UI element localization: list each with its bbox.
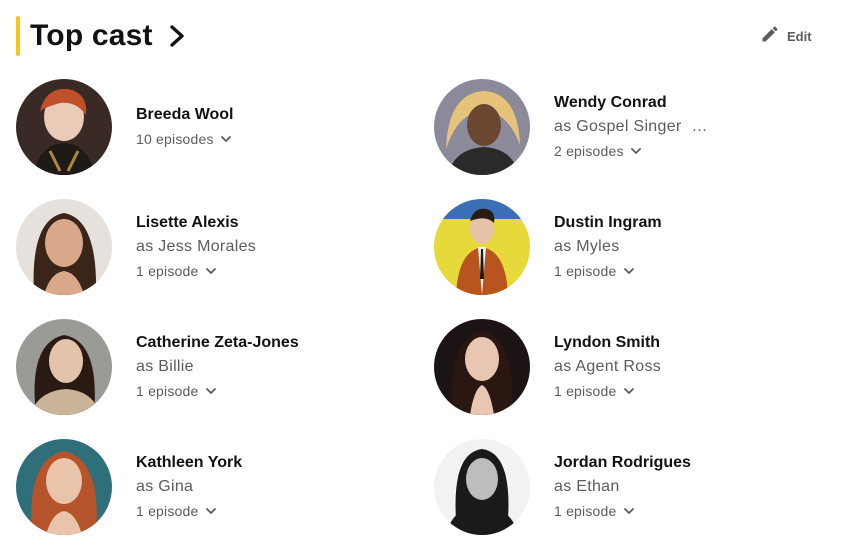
section-title[interactable]: Top cast — [30, 19, 153, 53]
episodes-toggle[interactable]: 10 episodes — [136, 127, 234, 151]
actor-avatar[interactable] — [434, 79, 530, 175]
cast-item: Kathleen York as Gina 1 episode — [16, 439, 434, 547]
episodes-toggle[interactable]: 1 episode — [136, 499, 242, 523]
actor-name[interactable]: Catherine Zeta-Jones — [136, 331, 299, 355]
section-header: Top cast — [16, 16, 187, 56]
episode-count: 1 episode — [554, 263, 617, 279]
chevron-down-icon — [205, 265, 217, 277]
actor-avatar[interactable] — [434, 319, 530, 415]
cast-item: Jordan Rodrigues as Ethan 1 episode — [434, 439, 836, 547]
episodes-toggle[interactable]: 1 episode — [554, 499, 691, 523]
actor-avatar[interactable] — [16, 199, 112, 295]
actor-name[interactable]: Wendy Conrad — [554, 91, 708, 115]
chevron-down-icon — [623, 505, 635, 517]
actor-name[interactable]: Kathleen York — [136, 451, 242, 475]
episodes-toggle[interactable]: 1 episode — [136, 259, 256, 283]
episode-count: 1 episode — [554, 383, 617, 399]
chevron-down-icon — [630, 145, 642, 157]
accent-bar — [16, 16, 20, 56]
episode-count: 1 episode — [136, 263, 199, 279]
actor-avatar[interactable] — [16, 319, 112, 415]
chevron-down-icon — [623, 385, 635, 397]
actor-avatar[interactable] — [434, 439, 530, 535]
cast-item: Breeda Wool 10 episodes — [16, 79, 434, 199]
actor-name[interactable]: Jordan Rodrigues — [554, 451, 691, 475]
episode-count: 1 episode — [136, 503, 199, 519]
chevron-down-icon — [205, 505, 217, 517]
actor-avatar[interactable] — [16, 79, 112, 175]
episode-count: 1 episode — [554, 503, 617, 519]
actor-name[interactable]: Dustin Ingram — [554, 211, 662, 235]
edit-label: Edit — [787, 29, 812, 44]
cast-item: Catherine Zeta-Jones as Billie 1 episode — [16, 319, 434, 439]
character-overflow[interactable]: … — [692, 118, 708, 135]
chevron-down-icon — [623, 265, 635, 277]
episode-count: 10 episodes — [136, 131, 214, 147]
episodes-toggle[interactable]: 1 episode — [554, 379, 661, 403]
chevron-down-icon — [205, 385, 217, 397]
actor-avatar[interactable] — [434, 199, 530, 295]
character-name: as Gospel Singer — [554, 118, 682, 135]
character-name: as Gina — [136, 478, 194, 495]
cast-item: Lyndon Smith as Agent Ross 1 episode — [434, 319, 836, 439]
cast-item: Wendy Conrad as Gospel Singer … 2 episode… — [434, 79, 836, 199]
character-name: as Jess Morales — [136, 238, 257, 255]
episodes-toggle[interactable]: 1 episode — [136, 379, 299, 403]
episode-count: 1 episode — [136, 383, 199, 399]
episode-count: 2 episodes — [554, 143, 624, 159]
actor-name[interactable]: Lyndon Smith — [554, 331, 661, 355]
cast-item: Dustin Ingram as Myles 1 episode — [434, 199, 836, 319]
character-name-row: as Gospel Singer … — [554, 115, 708, 139]
chevron-right-icon[interactable] — [167, 24, 187, 48]
cast-item: Lisette Alexis as Jess Morales 1 episode — [16, 199, 434, 319]
episodes-toggle[interactable]: 2 episodes — [554, 139, 708, 163]
pencil-icon — [760, 24, 780, 49]
character-name: as Agent Ross — [554, 358, 662, 375]
cast-list: Breeda Wool 10 episodes Wendy Conrad as … — [16, 79, 836, 547]
episodes-toggle[interactable]: 1 episode — [554, 259, 662, 283]
character-name: as Myles — [554, 238, 620, 255]
actor-name[interactable]: Breeda Wool — [136, 103, 234, 127]
character-name: as Billie — [136, 358, 194, 375]
edit-button[interactable]: Edit — [760, 24, 812, 49]
actor-name[interactable]: Lisette Alexis — [136, 211, 256, 235]
actor-avatar[interactable] — [16, 439, 112, 535]
chevron-down-icon — [220, 133, 232, 145]
character-name: as Ethan — [554, 478, 620, 495]
